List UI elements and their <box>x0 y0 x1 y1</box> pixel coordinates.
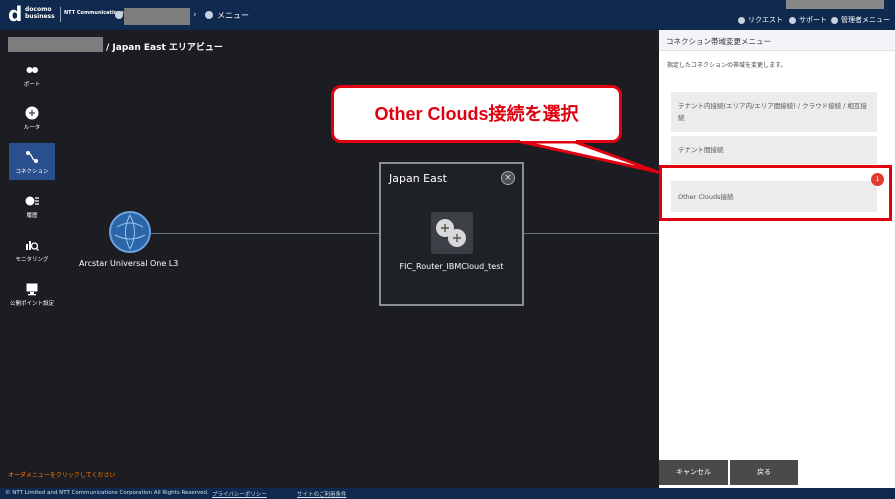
router-icon <box>436 219 466 247</box>
bell-icon <box>738 16 745 24</box>
copyright: © NTT Limited and NTT Communications Cor… <box>5 490 209 496</box>
cancel-button[interactable]: キャンセル <box>659 460 728 485</box>
highlight-frame <box>659 165 892 221</box>
sidebar-item-label: 公開ポイント設定 <box>9 301 54 307</box>
back-button[interactable]: 戻る <box>730 460 798 485</box>
side-panel: コネクション帯域変更メニュー 指定したコネクションの帯域を変更します。 テナント… <box>659 30 895 488</box>
router-label: FIC_Router_IBMCloud_test <box>399 262 504 271</box>
user-name-redacted <box>786 0 884 9</box>
breadcrumb-menu-link[interactable]: メニュー <box>217 10 249 21</box>
history-icon <box>25 196 39 206</box>
connection-icon <box>26 151 38 163</box>
tenant-name-redacted[interactable] <box>124 8 190 25</box>
admin-menu-link[interactable]: 管理者メニュー <box>831 15 890 25</box>
logo-divider <box>60 7 61 22</box>
help-icon <box>789 16 796 24</box>
logo-mark: d <box>8 2 23 26</box>
sidebar-item-label: モニタリング <box>15 257 49 263</box>
router-icon <box>25 106 39 120</box>
network-node-graphic <box>114 214 146 250</box>
panel-title: コネクション帯域変更メニュー <box>666 37 771 46</box>
support-link[interactable]: サポート <box>789 15 827 25</box>
router-node[interactable] <box>431 212 473 254</box>
option-tenant-internal[interactable]: テナント内接続(エリア内/エリア間接続) / クラウド接続 / 相互接続 <box>671 92 877 132</box>
sidebar-item-public-point[interactable]: 公開ポイント設定 <box>9 275 55 312</box>
sidebar-item-label: ルータ <box>23 125 41 131</box>
sidebar-item-history[interactable]: 履歴 <box>9 187 55 224</box>
chevron-right-icon: › <box>193 10 197 20</box>
close-icon[interactable]: × <box>501 171 515 185</box>
sidebar-item-label: ポート <box>23 82 41 88</box>
tenant-breadcrumb-redacted[interactable] <box>8 37 103 52</box>
panel-header: コネクション帯域変更メニュー <box>659 30 895 51</box>
monitoring-icon <box>26 241 39 251</box>
callout-pointer <box>520 130 660 174</box>
area-view-title: / Japan East エリアビュー <box>106 43 223 53</box>
tenant-status-icon <box>115 11 123 19</box>
sidebar-item-label: 履歴 <box>26 213 38 219</box>
node-label: Arcstar Universal One L3 <box>79 259 179 268</box>
footer: © NTT Limited and NTT Communications Cor… <box>0 488 895 499</box>
privacy-policy-link[interactable]: プライバシーポリシー <box>212 490 267 498</box>
area-title: Japan East <box>389 172 447 185</box>
monitor-icon <box>26 283 38 296</box>
sidebar-item-router[interactable]: ルータ <box>9 99 55 136</box>
sidebar-item-label: コネクション <box>15 169 49 175</box>
sidebar-item-monitoring[interactable]: モニタリング <box>9 231 55 268</box>
terms-link[interactable]: サイトのご利用条件 <box>297 490 347 498</box>
globe-icon[interactable] <box>109 211 151 253</box>
menu-icon <box>205 11 213 19</box>
request-link[interactable]: リクエスト <box>738 15 783 25</box>
sidebar-item-port[interactable]: ポート <box>9 56 55 93</box>
panel-description: 指定したコネクションの帯域を変更します。 <box>667 62 787 69</box>
top-header: d docomo business NTT Communications › メ… <box>0 0 895 30</box>
gear-icon <box>831 16 838 24</box>
order-hint: オーダメニューをクリックしてください <box>8 472 116 479</box>
logo-text: docomo business <box>25 6 55 20</box>
option-tenant-between[interactable]: テナント間接続 <box>671 136 877 164</box>
sidebar-item-connection[interactable]: コネクション <box>9 143 55 180</box>
area-box: Japan East × FIC_Router_IBMCloud_test <box>379 162 524 306</box>
port-icon <box>26 67 38 73</box>
